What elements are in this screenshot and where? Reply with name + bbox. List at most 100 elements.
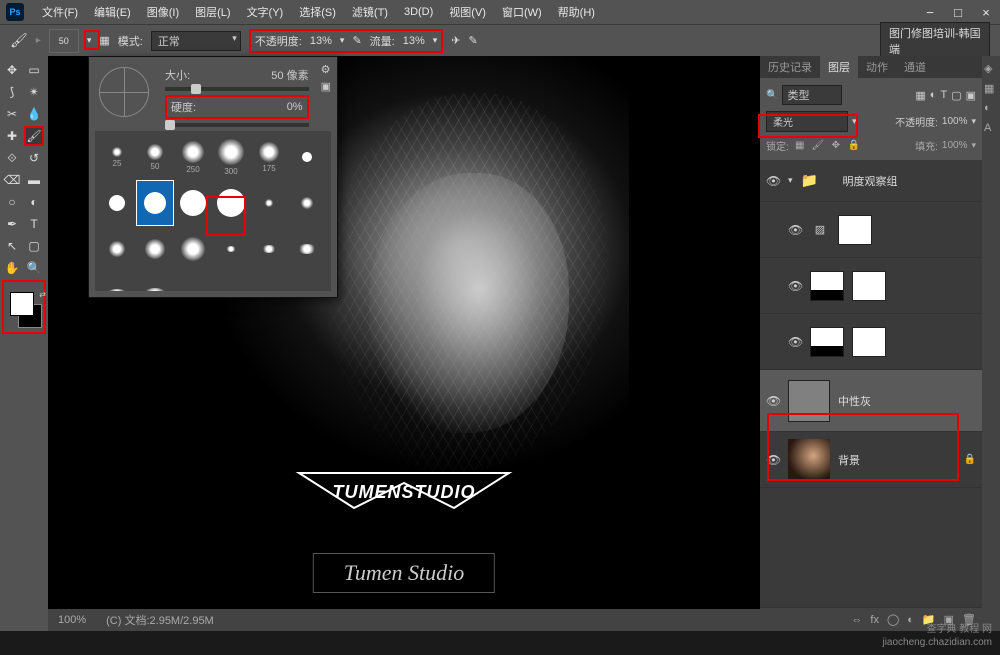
menu-image[interactable]: 图像(I) [139,4,187,20]
color-swatch[interactable]: ⇄ [6,290,46,330]
brush-preset[interactable] [213,181,249,225]
layer-opacity-value[interactable]: 100% [942,116,968,127]
window-close[interactable]: × [972,5,1000,20]
lock-paint-icon[interactable]: 🖌 [811,140,825,151]
visibility-icon[interactable]: 👁 [788,335,802,349]
visibility-icon[interactable]: 👁 [766,453,780,467]
document-title[interactable]: 图门修图培训-韩国端 [880,22,990,60]
filter-shape-icon[interactable]: ▢ [951,89,961,102]
chevron-down-icon[interactable]: ▾ [433,35,438,46]
layer-item[interactable]: 👁 ▨ [760,202,982,258]
zoom-level[interactable]: 100% [58,614,86,626]
brush-preset[interactable]: 250 [175,135,211,179]
tab-actions[interactable]: 动作 [858,56,896,78]
new-preset-icon[interactable]: ▣ [321,80,331,93]
pen-tool[interactable]: ✒ [2,214,22,234]
path-tool[interactable]: ↖ [2,236,22,256]
layer-thumb[interactable] [788,380,830,422]
flow-value[interactable]: 13% [403,35,425,47]
gear-icon[interactable]: ⚙ [321,63,331,76]
marquee-tool[interactable]: ▭ [24,60,44,80]
hand-tool[interactable]: ✋ [2,258,22,278]
menu-3d[interactable]: 3D(D) [396,6,441,18]
brush-preset[interactable] [289,135,325,179]
brush-picker-popup[interactable]: 大小: 50 像素 硬度: 0% ⚙ ▣ 25 50 250 300 175 [88,56,338,298]
stamp-tool[interactable]: ⟐ [2,148,22,168]
tab-history[interactable]: 历史记录 [760,56,820,78]
blur-tool[interactable]: ○ [2,192,22,212]
layer-item[interactable]: 👁 [760,314,982,370]
lock-trans-icon[interactable]: ▦ [793,140,807,151]
history-brush-tool[interactable]: ↺ [24,148,44,168]
brush-panel-icon[interactable]: ▦ [99,34,109,47]
brush-size-preview[interactable]: 50 [49,29,79,53]
layer-filter-select[interactable]: 类型 [782,85,842,105]
size-slider[interactable] [165,87,309,91]
hardness-value[interactable]: 0% [287,101,303,113]
crop-tool[interactable]: ✂ [2,104,22,124]
lock-pos-icon[interactable]: ✥ [829,140,843,151]
layer-fx-icon[interactable]: fx [870,614,879,626]
chevron-down-icon[interactable]: ▾ [971,116,976,127]
brush-angle-widget[interactable] [99,67,149,117]
visibility-icon[interactable]: 👁 [766,394,780,408]
tab-layers[interactable]: 图层 [820,56,858,78]
brush-preset[interactable]: 175 [251,135,287,179]
layer-blend-mode[interactable]: 柔光 [766,111,848,132]
brush-preset[interactable] [289,181,325,225]
eraser-tool[interactable]: ⌫ [2,170,22,190]
hardness-slider[interactable] [165,123,309,127]
search-icon[interactable]: 🔍 [766,90,778,101]
window-maximize[interactable]: □ [944,5,972,20]
layer-name[interactable]: 背景 [838,452,860,468]
brush-preset[interactable] [251,227,287,271]
filter-type-icon[interactable]: T [940,89,947,102]
brush-preset[interactable] [137,273,173,291]
eyedropper-tool[interactable]: 💧 [24,104,44,124]
menu-window[interactable]: 窗口(W) [494,4,550,20]
move-tool[interactable]: ✥ [2,60,22,80]
brush-preset[interactable] [175,181,211,225]
menu-type[interactable]: 文字(Y) [239,4,292,20]
brush-preset[interactable] [175,227,211,271]
brush-presets-grid[interactable]: 25 50 250 300 175 [95,131,331,291]
layer-group[interactable]: 👁 ▾ 📁 明度观察组 [760,160,982,202]
pressure-opacity-icon[interactable]: ✎ [352,34,361,47]
layer-mask-thumb[interactable] [838,215,872,245]
wand-tool[interactable]: ✴ [24,82,44,102]
layer-name[interactable]: 中性灰 [838,393,871,409]
menu-file[interactable]: 文件(F) [34,4,86,20]
filter-smart-icon[interactable]: ▣ [966,89,976,102]
brush-preset[interactable] [251,181,287,225]
layer-mask-thumb[interactable] [852,327,886,357]
brush-preset-selected[interactable] [137,181,173,225]
layer-item-selected[interactable]: 👁 中性灰 [760,370,982,432]
layer-item[interactable]: 👁 背景 🔒 [760,432,982,488]
shape-tool[interactable]: ▢ [24,236,44,256]
dodge-tool[interactable]: ◐ [24,192,44,212]
visibility-icon[interactable]: 👁 [788,279,802,293]
menu-view[interactable]: 视图(V) [441,4,494,20]
brush-preset[interactable] [137,227,173,271]
lasso-tool[interactable]: ⟆ [2,82,22,102]
size-value[interactable]: 50 像素 [271,67,308,83]
chevron-down-icon[interactable]: ▾ [340,35,345,46]
blend-mode-select[interactable]: 正常 [151,31,241,51]
layer-name[interactable]: 明度观察组 [843,173,898,189]
visibility-icon[interactable]: 👁 [788,223,802,237]
brush-picker-dropdown-icon[interactable]: ▾ [87,35,92,46]
tab-channels[interactable]: 通道 [896,56,934,78]
group-collapse-icon[interactable]: ▾ [788,175,793,186]
brush-preset[interactable] [99,273,135,291]
pressure-size-icon[interactable]: ✎ [469,34,478,47]
layers-list[interactable]: 👁 ▾ 📁 明度观察组 👁 ▨ 👁 👁 👁 [760,160,982,607]
link-layers-icon[interactable]: ⇔ [851,614,862,626]
menu-filter[interactable]: 滤镜(T) [344,4,396,20]
brush-tool[interactable]: 🖌 [24,126,44,146]
panel-icon[interactable]: ◈ [984,62,998,76]
opacity-value[interactable]: 13% [310,35,332,47]
zoom-tool[interactable]: 🔍 [24,258,44,278]
layer-mask-thumb[interactable] [852,271,886,301]
type-tool[interactable]: T [24,214,44,234]
brush-preset[interactable] [99,181,135,225]
